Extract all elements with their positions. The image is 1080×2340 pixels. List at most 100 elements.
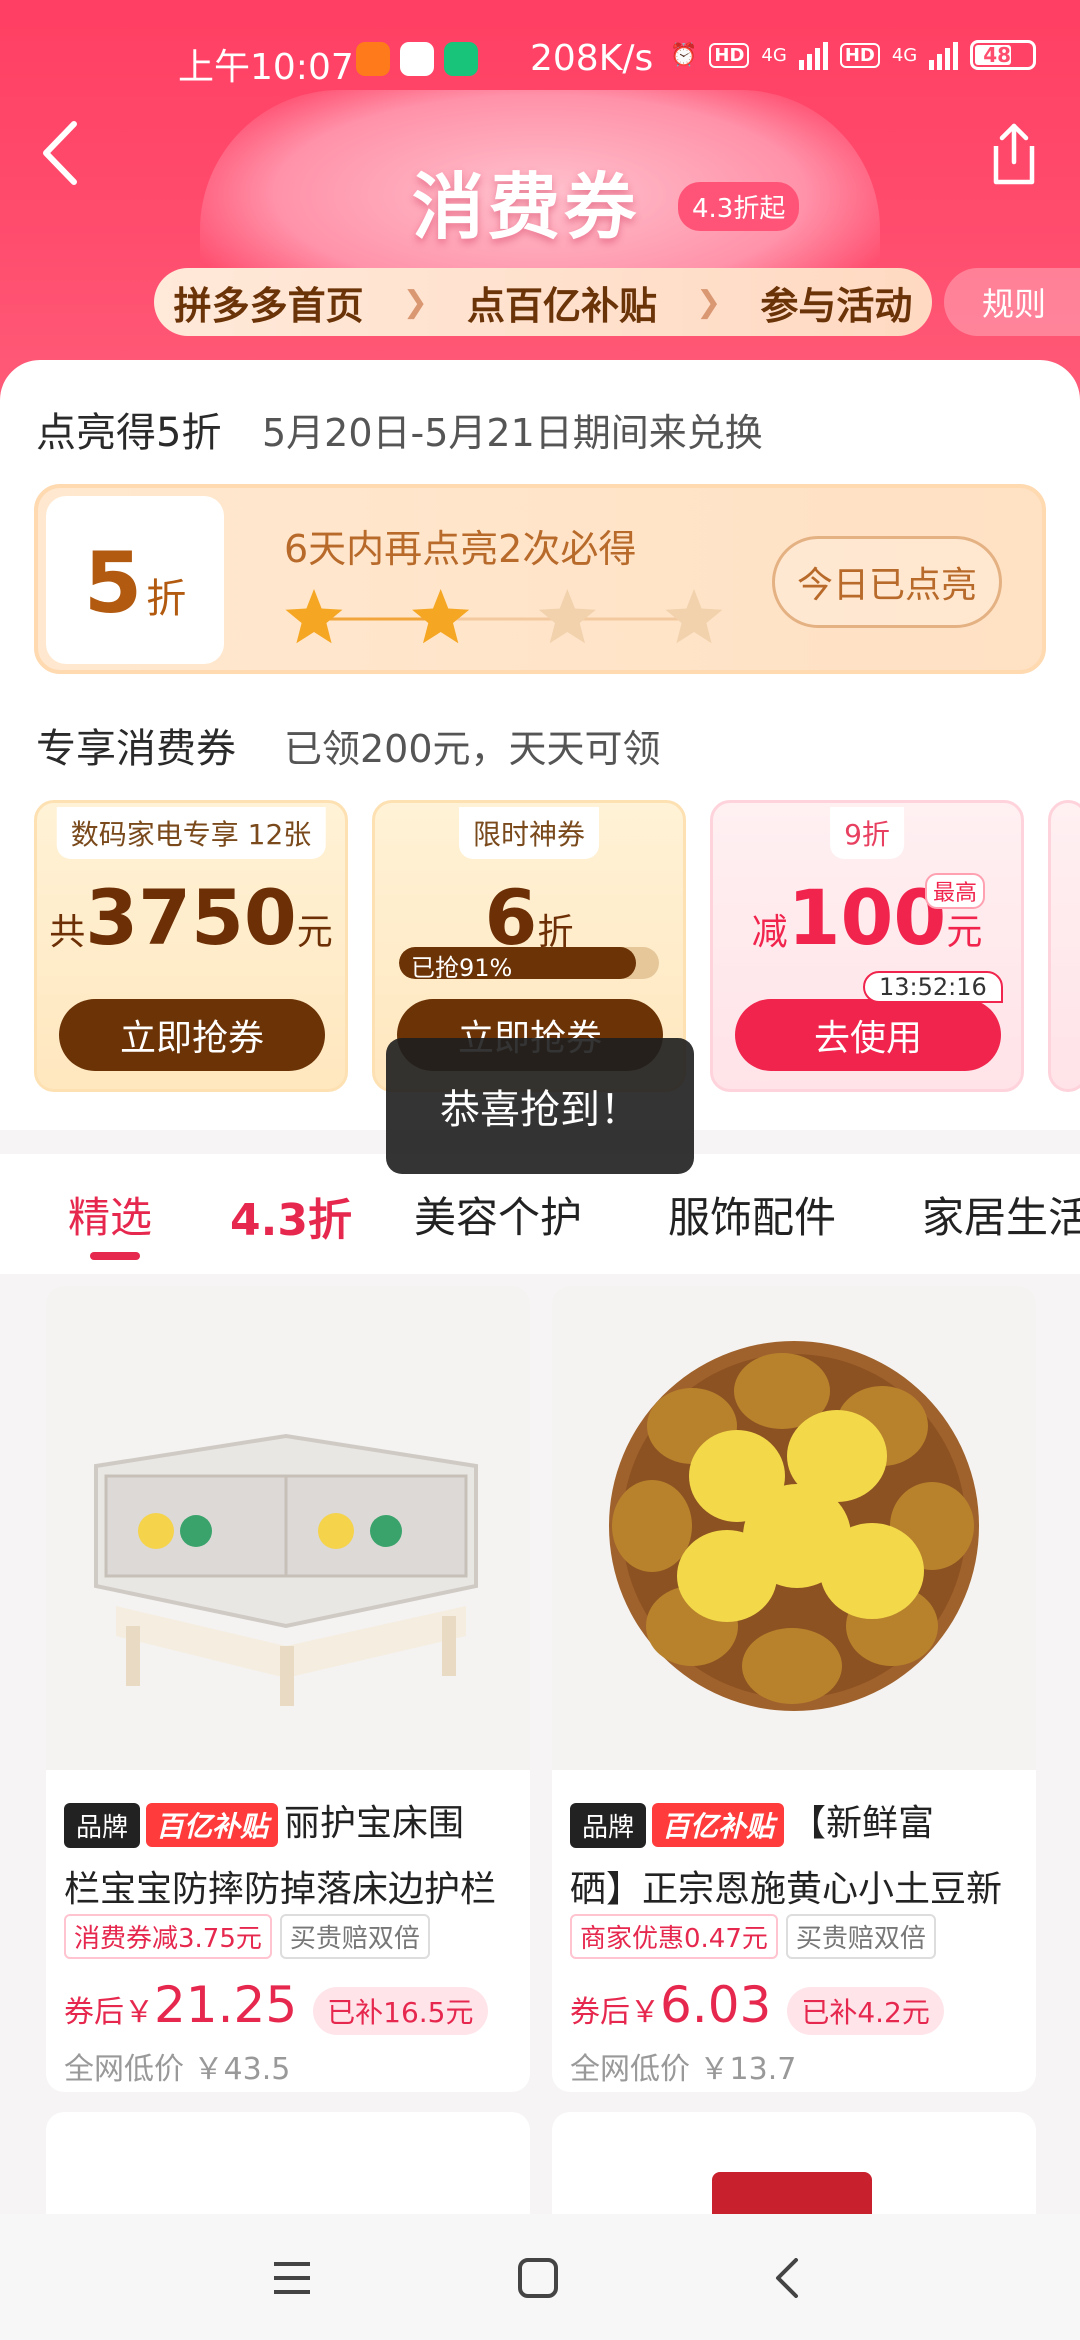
app-notification-icon (444, 42, 478, 76)
activity-steps: 拼多多首页 ❯ 点百亿补贴 ❯ 参与活动 (154, 268, 932, 336)
product-title-line1: 品牌 百亿补贴 丽护宝床围 (64, 1794, 516, 1848)
lowest-price: 全网低价 ￥13.7 (570, 2052, 797, 2087)
status-time: 上午10:07 (178, 47, 354, 88)
tab-selected[interactable]: 精选 (68, 1184, 152, 1245)
coupon-tag: 数码家电专享 12张 (56, 807, 326, 859)
price-prefix: 券后￥ (570, 1995, 660, 2030)
discount-number: 5 (83, 534, 143, 632)
title-discount-badge: 4.3折起 (678, 182, 800, 231)
amount-unit: 元 (946, 912, 983, 953)
light-up-subtitle: 5月20日-5月21日期间来兑换 (262, 411, 763, 455)
product-tags: 商家优惠0.47元 买贵赔双倍 (570, 1914, 936, 1959)
hd-icon: HD (839, 42, 880, 68)
lit-today-button[interactable]: 今日已点亮 (772, 536, 1002, 628)
discount-tag: 商家优惠0.47元 (570, 1914, 778, 1959)
step-label: 拼多多首页 (173, 283, 364, 328)
coupon-digital: 数码家电专享 12张 共3750元 立即抢券 (34, 800, 348, 1092)
toast-message: 恭喜抢到！ (386, 1038, 694, 1174)
page-title: 消费券 (412, 165, 641, 249)
tab-home[interactable]: 家居生活 (922, 1184, 1080, 1245)
guarantee-tag: 买贵赔双倍 (785, 1914, 936, 1959)
amount-value: 100 (787, 873, 947, 962)
use-coupon-button[interactable]: 去使用 (735, 999, 1001, 1071)
brand-badge: 品牌 (570, 1802, 647, 1848)
star-unlit-icon (665, 589, 723, 644)
coupon-amount: 共3750元 (37, 873, 345, 962)
subsidy-logo: 百亿补贴 (652, 1803, 785, 1847)
product-title-line1: 品牌 百亿补贴 【新鲜富 (570, 1794, 1022, 1848)
grab-progress-bar: 已抢91% (399, 947, 659, 979)
tab-beauty[interactable]: 美容个护 (414, 1184, 582, 1245)
lowest-price: 全网低价 ￥43.5 (64, 2052, 291, 2087)
network-type: 4G (891, 44, 918, 66)
coupon-partial (1048, 800, 1080, 1092)
status-app-icons (356, 42, 478, 76)
product-image-potatoes (552, 1286, 1036, 1770)
back-nav-icon[interactable] (766, 2258, 810, 2298)
product-card[interactable]: 品牌 百亿补贴 【新鲜富 硒】正宗恩施黄心小土豆新 商家优惠0.47元 买贵赔双倍 … (552, 1286, 1036, 2092)
system-nav-bar (0, 2214, 1080, 2340)
amount-prefix: 共 (49, 912, 86, 953)
exclusive-coupon-subtitle: 已领200元，天天可领 (284, 727, 661, 771)
chevron-right-icon: ❯ (402, 284, 428, 320)
countdown-timer: 13:52:16 (863, 971, 1003, 1003)
grab-coupon-button[interactable]: 立即抢券 (59, 999, 325, 1071)
exclusive-coupon-title: 专享消费券 (36, 726, 236, 772)
product-tags: 消费券减3.75元 买贵赔双倍 (64, 1914, 430, 1959)
net-speed: 208K/s (530, 38, 654, 79)
discount-box: 5 折 (46, 496, 224, 664)
hd-icon: HD (709, 42, 750, 68)
rules-button[interactable]: 规则 (944, 268, 1080, 336)
subsidy-badge: 已补4.2元 (787, 1987, 944, 2035)
light-up-panel: 5 折 6天内再点亮2次必得 今日已点亮 (34, 484, 1046, 674)
price-value: 21.25 (154, 1976, 298, 2034)
alarm-icon: ⏰ (670, 42, 698, 68)
title-text: 【新鲜富 (790, 1803, 935, 1844)
coupon-discount: 9折 减100元 最高 13:52:16 去使用 (710, 800, 1024, 1092)
app-notification-icon (356, 42, 390, 76)
progress-label: 已抢91% (411, 954, 513, 979)
back-icon[interactable] (36, 118, 86, 188)
menu-icon[interactable] (270, 2258, 314, 2298)
signal-icon (929, 40, 959, 70)
title-text: 丽护宝床围 (284, 1803, 465, 1844)
guarantee-tag: 买贵赔双倍 (279, 1914, 430, 1959)
product-image-bed-rail (46, 1286, 530, 1770)
signal-icon (798, 40, 828, 70)
coupon-tag: 9折 (830, 807, 904, 859)
tab-indicator (90, 1252, 140, 1260)
amount-unit: 元 (296, 912, 333, 953)
coupon-tag: 消费券减3.75元 (64, 1914, 272, 1959)
tab-discount[interactable]: 4.3折 (230, 1184, 352, 1248)
light-up-message: 6天内再点亮2次必得 (284, 527, 637, 571)
amount-value: 3750 (85, 873, 297, 962)
progress-stars (285, 589, 723, 644)
step-label: 参与活动 (760, 283, 913, 328)
app-notification-icon (400, 42, 434, 76)
star-lit-icon (412, 589, 470, 644)
share-icon[interactable] (986, 122, 1042, 188)
home-icon[interactable] (516, 2258, 560, 2298)
tab-apparel[interactable]: 服饰配件 (668, 1184, 836, 1245)
price-value: 6.03 (660, 1976, 772, 2034)
battery-icon: 48 (970, 40, 1037, 70)
star-lit-icon (285, 589, 343, 644)
header: 上午10:07 208K/s ⏰ HD 4G HD 4G 48 消费券 4.3折… (0, 0, 1080, 400)
step-label: 点百亿补贴 (466, 283, 657, 328)
chevron-right-icon: ❯ (696, 284, 722, 320)
product-title-line2: 硒】正宗恩施黄心小土豆新 (570, 1869, 1003, 1910)
product-price: 券后￥ 6.03 已补4.2元 (570, 1976, 944, 2035)
light-up-title: 点亮得5折 (36, 410, 222, 456)
amount-prefix: 减 (751, 912, 788, 953)
status-bar: 上午10:07 208K/s ⏰ HD 4G HD 4G 48 (0, 0, 1080, 120)
coupon-tag: 限时神券 (458, 807, 600, 859)
product-card[interactable]: 品牌 百亿补贴 丽护宝床围 栏宝宝防摔防掉落床边护栏 消费券减3.75元 买贵赔双倍… (46, 1286, 530, 2092)
brand-badge: 品牌 (64, 1802, 141, 1848)
discount-unit: 折 (146, 576, 187, 622)
battery-level: 48 (983, 43, 1012, 67)
price-prefix: 券后￥ (64, 1995, 154, 2030)
subsidy-logo: 百亿补贴 (146, 1803, 279, 1847)
network-type: 4G (761, 44, 787, 66)
star-unlit-icon (538, 589, 596, 644)
product-title-line2: 栏宝宝防摔防掉落床边护栏 (64, 1869, 497, 1910)
